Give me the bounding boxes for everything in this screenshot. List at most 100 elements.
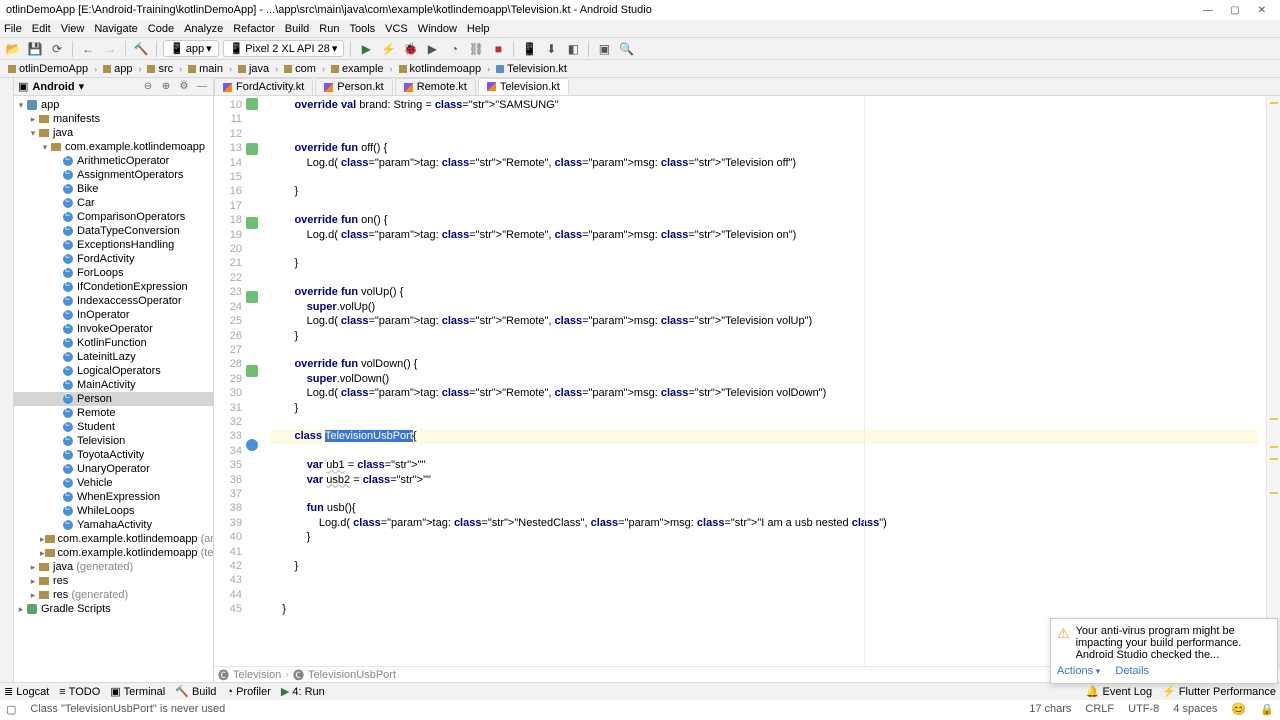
menu-help[interactable]: Help — [467, 23, 490, 35]
tree-row[interactable]: KotlinFunction — [14, 336, 213, 350]
code-content[interactable]: override val brand: String = class="str"… — [262, 96, 1266, 666]
sync-icon[interactable]: ⟳ — [48, 40, 66, 58]
tree-row[interactable]: Television — [14, 434, 213, 448]
tab-fordactivity[interactable]: FordActivity.kt — [214, 78, 313, 95]
error-stripe[interactable] — [1266, 96, 1280, 666]
tree-row[interactable]: ArithmeticOperator — [14, 154, 213, 168]
dropdown-icon[interactable]: ▾ — [79, 80, 85, 93]
tree-row[interactable]: WhileLoops — [14, 504, 213, 518]
expand-icon[interactable]: ⊕ — [159, 81, 173, 92]
tab-person[interactable]: Person.kt — [315, 78, 392, 95]
tab-build[interactable]: 🔨 Build — [175, 685, 216, 698]
stop-icon[interactable]: ■ — [489, 40, 507, 58]
menu-analyze[interactable]: Analyze — [184, 23, 223, 35]
save-all-icon[interactable]: 💾 — [26, 40, 44, 58]
tree-row[interactable]: LogicalOperators — [14, 364, 213, 378]
menu-view[interactable]: View — [61, 23, 85, 35]
tree-row[interactable]: ▾app — [14, 98, 213, 112]
menu-vcs[interactable]: VCS — [385, 23, 408, 35]
nav-item[interactable]: otlinDemoApp — [4, 63, 92, 75]
nav-item[interactable]: java — [234, 63, 273, 75]
debug-icon[interactable]: 🐞 — [401, 40, 419, 58]
left-tool-stripe[interactable] — [0, 78, 14, 682]
warning-mark[interactable] — [1270, 418, 1278, 420]
nav-item[interactable]: main — [184, 63, 227, 75]
status-hide-icon[interactable]: ▢ — [6, 703, 16, 716]
tree-row[interactable]: ▾com.example.kotlindemoapp — [14, 140, 213, 154]
tree-row[interactable]: ▸res (generated) — [14, 588, 213, 602]
tab-remote[interactable]: Remote.kt — [395, 78, 476, 95]
tree-row[interactable]: Student — [14, 420, 213, 434]
menu-run[interactable]: Run — [319, 23, 339, 35]
tree-row[interactable]: ToyotaActivity — [14, 448, 213, 462]
tree-row[interactable]: WhenExpression — [14, 490, 213, 504]
tab-todo[interactable]: ≡ TODO — [59, 686, 100, 698]
gear-icon[interactable]: ⚙ — [177, 81, 191, 92]
tab-event-log[interactable]: 🔔 Event Log — [1086, 685, 1152, 698]
project-tree[interactable]: ▾app▸manifests▾java▾com.example.kotlinde… — [14, 96, 213, 682]
maximize-button[interactable]: ▢ — [1223, 5, 1247, 16]
tree-row[interactable]: ▸com.example.kotlindemoapp (test) — [14, 546, 213, 560]
device-select[interactable]: 📱 Pixel 2 XL API 28 ▾ — [223, 40, 345, 57]
minimize-button[interactable]: — — [1196, 5, 1220, 16]
tree-row[interactable]: AssignmentOperators — [14, 168, 213, 182]
status-eol[interactable]: CRLF — [1085, 703, 1114, 715]
tree-row[interactable]: FordActivity — [14, 252, 213, 266]
warning-mark[interactable] — [1270, 492, 1278, 494]
tree-row[interactable]: YamahaActivity — [14, 518, 213, 532]
make-icon[interactable]: 🔨 — [132, 40, 150, 58]
status-encoding[interactable]: UTF-8 — [1128, 703, 1159, 715]
tree-row[interactable]: ▸com.example.kotlindemoapp (androidTest) — [14, 532, 213, 546]
tree-row[interactable]: ▸java (generated) — [14, 560, 213, 574]
nav-item[interactable]: src — [143, 63, 177, 75]
menu-file[interactable]: File — [4, 23, 22, 35]
close-button[interactable]: ✕ — [1250, 5, 1274, 16]
tree-row[interactable]: ▾java — [14, 126, 213, 140]
tree-row[interactable]: Remote — [14, 406, 213, 420]
tree-row[interactable]: ComparisonOperators — [14, 210, 213, 224]
menu-refactor[interactable]: Refactor — [233, 23, 275, 35]
menu-tools[interactable]: Tools — [349, 23, 375, 35]
tree-row[interactable]: Vehicle — [14, 476, 213, 490]
tree-row[interactable]: Bike — [14, 182, 213, 196]
nav-item[interactable]: kotlindemoapp — [395, 63, 486, 75]
tab-terminal[interactable]: ▣ Terminal — [110, 685, 165, 698]
tab-flutter-perf[interactable]: ⚡ Flutter Performance — [1162, 685, 1276, 698]
tree-row[interactable]: ExceptionsHandling — [14, 238, 213, 252]
project-view-label[interactable]: Android — [32, 81, 74, 93]
nav-item[interactable]: example — [327, 63, 388, 75]
warning-mark[interactable] — [1270, 458, 1278, 460]
menu-navigate[interactable]: Navigate — [94, 23, 137, 35]
tree-row[interactable]: LateinitLazy — [14, 350, 213, 364]
run-icon[interactable]: ▶ — [357, 40, 375, 58]
tree-row[interactable]: IfCondetionExpression — [14, 280, 213, 294]
tree-row[interactable]: InvokeOperator — [14, 322, 213, 336]
status-indent[interactable]: 4 spaces — [1173, 703, 1217, 715]
nav-item[interactable]: app — [99, 63, 136, 75]
tree-row[interactable]: Person — [14, 392, 213, 406]
apply-changes-icon[interactable]: ⚡ — [379, 40, 397, 58]
tree-row[interactable]: Car — [14, 196, 213, 210]
menu-code[interactable]: Code — [148, 23, 174, 35]
hide-icon[interactable]: — — [195, 81, 209, 92]
warning-mark[interactable] — [1270, 446, 1278, 448]
tree-row[interactable]: MainActivity — [14, 378, 213, 392]
back-icon[interactable]: ← — [79, 40, 97, 58]
status-lock-icon[interactable]: 🔒 — [1260, 703, 1274, 716]
forward-icon[interactable]: → — [101, 40, 119, 58]
search-icon[interactable]: 🔍 — [617, 40, 635, 58]
coverage-icon[interactable]: ▶ — [423, 40, 441, 58]
collapse-icon[interactable]: ⊖ — [141, 81, 155, 92]
tree-row[interactable]: ▸manifests — [14, 112, 213, 126]
tree-row[interactable]: UnaryOperator — [14, 462, 213, 476]
tree-row[interactable]: DataTypeConversion — [14, 224, 213, 238]
tree-row[interactable]: ▸res — [14, 574, 213, 588]
tree-row[interactable]: IndexaccessOperator — [14, 294, 213, 308]
notification-actions[interactable]: Actions — [1057, 665, 1100, 677]
code-editor[interactable]: 1011121314151617181920212223242526272829… — [214, 96, 1280, 666]
crumb[interactable]: Television — [233, 669, 281, 681]
bottom-tool-tabs[interactable]: ≣ Logcat ≡ TODO ▣ Terminal 🔨 Build ◔ Pro… — [0, 682, 1280, 700]
editor-tabs[interactable]: FordActivity.kt Person.kt Remote.kt Tele… — [214, 78, 1280, 96]
tree-row[interactable]: InOperator — [14, 308, 213, 322]
menu-window[interactable]: Window — [418, 23, 457, 35]
